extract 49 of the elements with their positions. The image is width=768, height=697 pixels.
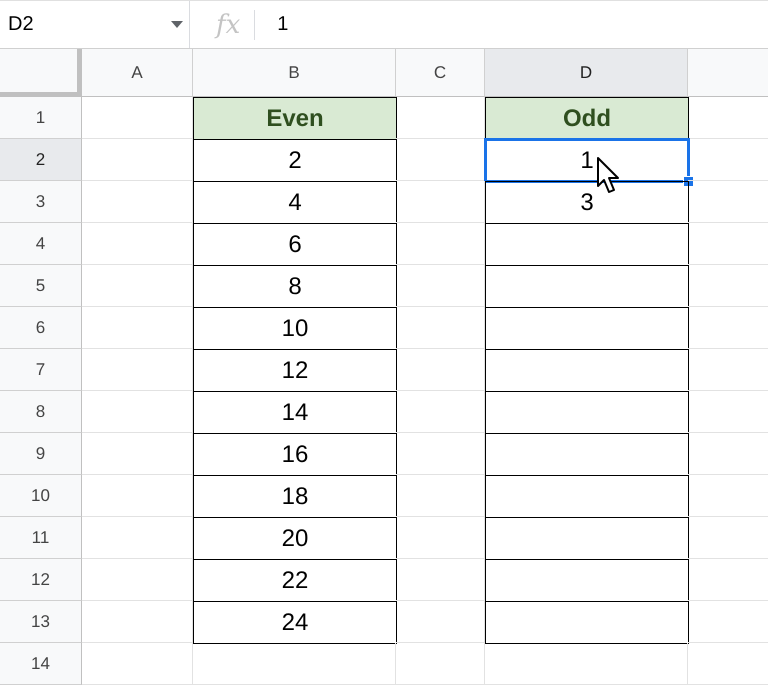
table-cell[interactable] [485, 433, 689, 476]
column-header[interactable]: C [396, 49, 485, 97]
formula-input[interactable]: 1 [255, 13, 288, 36]
table-cell[interactable]: 2 [193, 139, 397, 182]
table-cell[interactable]: 16 [193, 433, 397, 476]
table-cell[interactable] [485, 391, 689, 434]
dropdown-caret-icon[interactable] [171, 21, 183, 28]
row-header[interactable]: 3 [0, 181, 82, 223]
row-header[interactable]: 13 [0, 601, 82, 643]
table-cell[interactable] [485, 517, 689, 560]
row-header[interactable]: 8 [0, 391, 82, 433]
table-cell[interactable]: 22 [193, 559, 397, 602]
table-cell[interactable] [485, 307, 689, 350]
table-cell[interactable] [485, 223, 689, 266]
table-cell[interactable]: Odd [485, 97, 689, 140]
table-cell[interactable]: 20 [193, 517, 397, 560]
row-header[interactable]: 4 [0, 223, 82, 265]
row-header[interactable]: 1 [0, 97, 82, 139]
mouse-pointer-icon [596, 156, 622, 196]
table-cell[interactable] [485, 349, 689, 392]
row-header[interactable]: 12 [0, 559, 82, 601]
row-header[interactable]: 6 [0, 307, 82, 349]
table-cell[interactable]: 10 [193, 307, 397, 350]
table-cell[interactable]: 6 [193, 223, 397, 266]
row-header[interactable]: 5 [0, 265, 82, 307]
column-header[interactable]: B [193, 49, 396, 97]
table-cell[interactable]: 24 [193, 601, 397, 644]
row-header[interactable]: 7 [0, 349, 82, 391]
function-label: fx [190, 10, 256, 40]
table-cell[interactable]: 4 [193, 181, 397, 224]
table-cell[interactable] [485, 601, 689, 644]
table-cell[interactable]: 14 [193, 391, 397, 434]
table-cell[interactable] [485, 559, 689, 602]
table-cell[interactable] [485, 475, 689, 518]
row-header[interactable]: 10 [0, 475, 82, 517]
name-box[interactable]: D2 [0, 1, 190, 48]
table-cell[interactable]: Even [193, 97, 397, 140]
table-cell[interactable]: 12 [193, 349, 397, 392]
column-header[interactable]: A [82, 49, 193, 97]
select-all-corner[interactable] [0, 49, 82, 97]
row-header[interactable]: 2 [0, 139, 82, 181]
row-header[interactable]: 14 [0, 643, 82, 685]
column-header[interactable]: D [485, 49, 688, 97]
table-cell[interactable] [485, 265, 689, 308]
row-header[interactable]: 11 [0, 517, 82, 559]
column-header[interactable] [688, 49, 768, 97]
table-cell[interactable]: 8 [193, 265, 397, 308]
row-header[interactable]: 9 [0, 433, 82, 475]
table-cell[interactable]: 18 [193, 475, 397, 518]
